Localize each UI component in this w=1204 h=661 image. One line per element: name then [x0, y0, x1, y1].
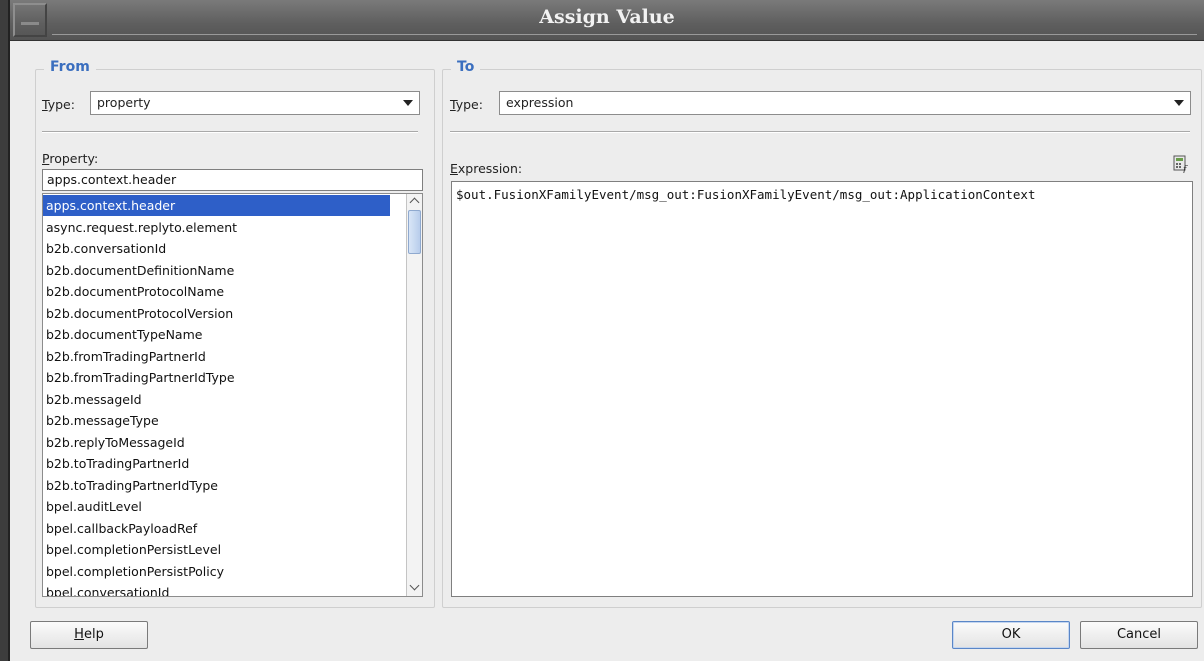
help-button[interactable]: Help — [30, 621, 148, 649]
property-list-item[interactable]: bpel.completionPersistLevel — [43, 539, 390, 560]
property-list-item[interactable]: b2b.messageType — [43, 410, 390, 431]
to-legend: To — [451, 59, 481, 75]
title-divider — [52, 34, 1197, 35]
property-input[interactable]: apps.context.header — [42, 169, 423, 191]
scrollbar-thumb[interactable] — [408, 210, 421, 254]
title-bar[interactable]: Assign Value — [10, 0, 1204, 41]
expression-editor[interactable]: $out.FusionXFamilyEvent/msg_out:FusionXF… — [451, 181, 1193, 597]
scroll-up-icon[interactable] — [408, 195, 421, 209]
to-separator — [450, 131, 1190, 133]
chevron-down-icon — [1174, 100, 1184, 106]
cancel-button[interactable]: Cancel — [1080, 621, 1198, 649]
property-label: Property: — [42, 151, 99, 166]
from-type-value: property — [97, 95, 151, 110]
property-list-item[interactable]: b2b.documentTypeName — [43, 324, 390, 345]
property-list-item[interactable]: b2b.fromTradingPartnerIdType — [43, 367, 390, 388]
property-list-item[interactable]: b2b.toTradingPartnerIdType — [43, 475, 390, 496]
ok-button[interactable]: OK — [952, 621, 1070, 649]
property-list-item[interactable]: bpel.completionPersistPolicy — [43, 561, 390, 582]
from-type-label: Type: — [42, 97, 75, 112]
property-list-item[interactable]: b2b.documentProtocolVersion — [43, 303, 390, 324]
property-list-item[interactable]: bpel.conversationId — [43, 582, 390, 596]
to-type-select[interactable]: expression — [499, 91, 1191, 115]
property-list-item[interactable]: async.request.replyto.element — [43, 217, 390, 238]
property-list-item[interactable]: b2b.fromTradingPartnerId — [43, 346, 390, 367]
property-list[interactable]: apps.context.header async.request.replyto… — [42, 193, 423, 597]
property-list-item[interactable]: b2b.replyToMessageId — [43, 432, 390, 453]
to-type-value: expression — [506, 95, 574, 110]
from-separator — [42, 131, 418, 133]
from-legend: From — [44, 59, 96, 75]
property-list-item[interactable]: b2b.documentProtocolName — [43, 281, 390, 302]
property-list-item[interactable]: b2b.messageId — [43, 389, 390, 410]
chevron-down-icon — [403, 100, 413, 106]
dialog-title: Assign Value — [539, 6, 675, 28]
assign-value-dialog: Assign Value From Type: property Propert… — [8, 0, 1204, 661]
scroll-down-icon[interactable] — [408, 581, 421, 595]
svg-text:f: f — [1182, 165, 1188, 173]
property-list-item[interactable]: b2b.conversationId — [43, 238, 390, 259]
property-list-item[interactable]: apps.context.header — [43, 195, 390, 216]
from-type-select[interactable]: property — [90, 91, 420, 115]
property-list-item[interactable]: bpel.auditLevel — [43, 496, 390, 517]
property-list-item[interactable]: bpel.callbackPayloadRef — [43, 518, 390, 539]
to-type-label: Type: — [450, 97, 483, 112]
property-list-item[interactable]: b2b.toTradingPartnerId — [43, 453, 390, 474]
expression-label: Expression: — [450, 161, 523, 176]
expression-builder-icon[interactable]: f — [1173, 155, 1190, 175]
property-list-item[interactable]: b2b.documentDefinitionName — [43, 260, 390, 281]
property-list-scrollbar[interactable] — [406, 194, 422, 596]
